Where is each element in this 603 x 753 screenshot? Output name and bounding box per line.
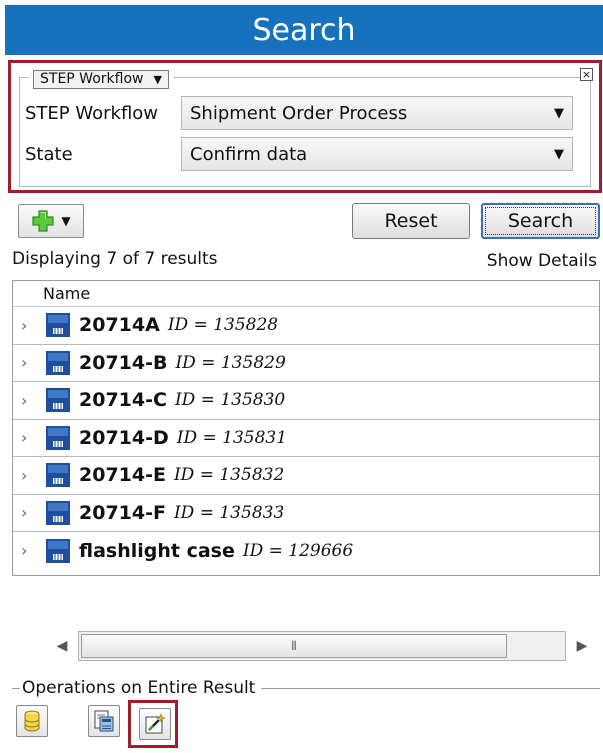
table-row[interactable]: › flashlight case ID = 129666 — [13, 532, 599, 570]
reset-button[interactable]: Reset — [352, 203, 470, 239]
chevron-right-icon[interactable]: › — [21, 316, 43, 335]
product-icon — [46, 538, 70, 563]
table-row[interactable]: › 20714A ID = 135828 — [13, 307, 599, 345]
product-name: 20714-B — [79, 351, 168, 374]
scroll-left-icon[interactable]: ◀ — [46, 638, 78, 654]
criteria-type-select[interactable]: STEP Workflow ▼ — [33, 69, 169, 89]
divider — [261, 687, 600, 689]
scrollbar-track[interactable]: ⦀ — [78, 631, 566, 661]
column-header-name[interactable]: Name — [13, 281, 599, 307]
product-icon — [46, 425, 70, 450]
table-row[interactable]: › 20714-F ID = 135833 — [13, 495, 599, 532]
search-button[interactable]: Search — [481, 203, 600, 239]
product-id: ID = 135828 — [167, 315, 279, 336]
scrollbar-thumb[interactable]: ⦀ — [81, 634, 507, 658]
chevron-down-icon: ▼ — [153, 72, 162, 86]
product-name: 20714-D — [79, 426, 169, 449]
wizard-icon — [145, 713, 166, 734]
workflow-select[interactable]: Shipment Order Process ▼ — [181, 96, 573, 130]
product-id: ID = 135832 — [173, 465, 285, 486]
results-table: Name › 20714A ID = 135828 › 20714-B ID = 1358… — [12, 280, 600, 576]
scroll-right-icon[interactable]: ▶ — [566, 638, 598, 654]
wizard-highlight — [128, 700, 178, 748]
product-id: ID = 135829 — [175, 352, 286, 373]
product-icon — [46, 350, 70, 375]
product-name: 20714-E — [79, 464, 166, 487]
product-icon — [46, 463, 70, 488]
database-icon — [24, 710, 40, 732]
criteria-row-workflow: STEP Workflow Shipment Order Process ▼ — [25, 95, 591, 131]
product-id: ID = 135833 — [173, 502, 285, 523]
product-name: 20714-F — [79, 501, 166, 524]
product-name: 20714-C — [79, 389, 167, 412]
product-name: flashlight case — [79, 539, 235, 562]
chevron-down-icon: ▼ — [554, 105, 564, 121]
chevron-right-icon[interactable]: › — [21, 503, 43, 522]
horizontal-scrollbar[interactable]: ◀ ⦀ ▶ — [46, 629, 598, 663]
state-value: Confirm data — [190, 143, 308, 165]
workflow-label: STEP Workflow — [25, 102, 159, 124]
close-icon[interactable]: × — [580, 68, 593, 81]
search-criteria-section: STEP Workflow ▼ × STEP Workflow Shipment… — [8, 60, 602, 193]
criteria-type-label: STEP Workflow — [40, 71, 144, 87]
criteria-row-state: State Confirm data ▼ — [25, 136, 591, 172]
chevron-right-icon[interactable]: › — [21, 428, 43, 447]
product-name: 20714A — [79, 314, 160, 337]
product-icon — [46, 388, 70, 413]
product-icon — [46, 313, 70, 338]
table-row[interactable]: › 20714-D ID = 135831 — [13, 420, 599, 457]
product-id: ID = 135830 — [174, 390, 286, 411]
panel-title: Search — [5, 5, 603, 55]
show-details-link[interactable]: Show Details — [487, 251, 597, 271]
chevron-right-icon[interactable]: › — [21, 541, 43, 560]
export-operation-button[interactable] — [88, 705, 120, 737]
table-row[interactable]: › 20714-C ID = 135830 — [13, 382, 599, 420]
chevron-right-icon[interactable]: › — [21, 391, 43, 410]
export-icon — [94, 710, 114, 732]
operations-header: Operations on Entire Result — [12, 676, 600, 700]
results-summary: Displaying 7 of 7 results — [12, 249, 218, 269]
workflow-value: Shipment Order Process — [190, 102, 408, 124]
plus-icon — [32, 210, 54, 232]
state-label: State — [25, 143, 73, 165]
table-row[interactable]: › 20714-E ID = 135832 — [13, 457, 599, 495]
chevron-down-icon: ▼ — [554, 146, 564, 162]
database-operation-button[interactable] — [16, 705, 48, 737]
product-id: ID = 135831 — [176, 427, 288, 448]
state-select[interactable]: Confirm data ▼ — [181, 137, 573, 171]
table-row[interactable]: › 20714-B ID = 135829 — [13, 345, 599, 382]
chevron-right-icon[interactable]: › — [21, 466, 43, 485]
chevron-right-icon[interactable]: › — [21, 353, 43, 372]
criteria-type-legend: STEP Workflow ▼ — [29, 68, 173, 90]
divider — [12, 687, 20, 689]
product-icon — [46, 500, 70, 525]
operations-title: Operations on Entire Result — [22, 678, 256, 698]
wizard-operation-button[interactable] — [139, 708, 171, 740]
product-id: ID = 129666 — [242, 540, 354, 561]
add-criteria-button[interactable]: ▼ — [18, 204, 84, 238]
chevron-down-icon: ▼ — [61, 214, 71, 228]
